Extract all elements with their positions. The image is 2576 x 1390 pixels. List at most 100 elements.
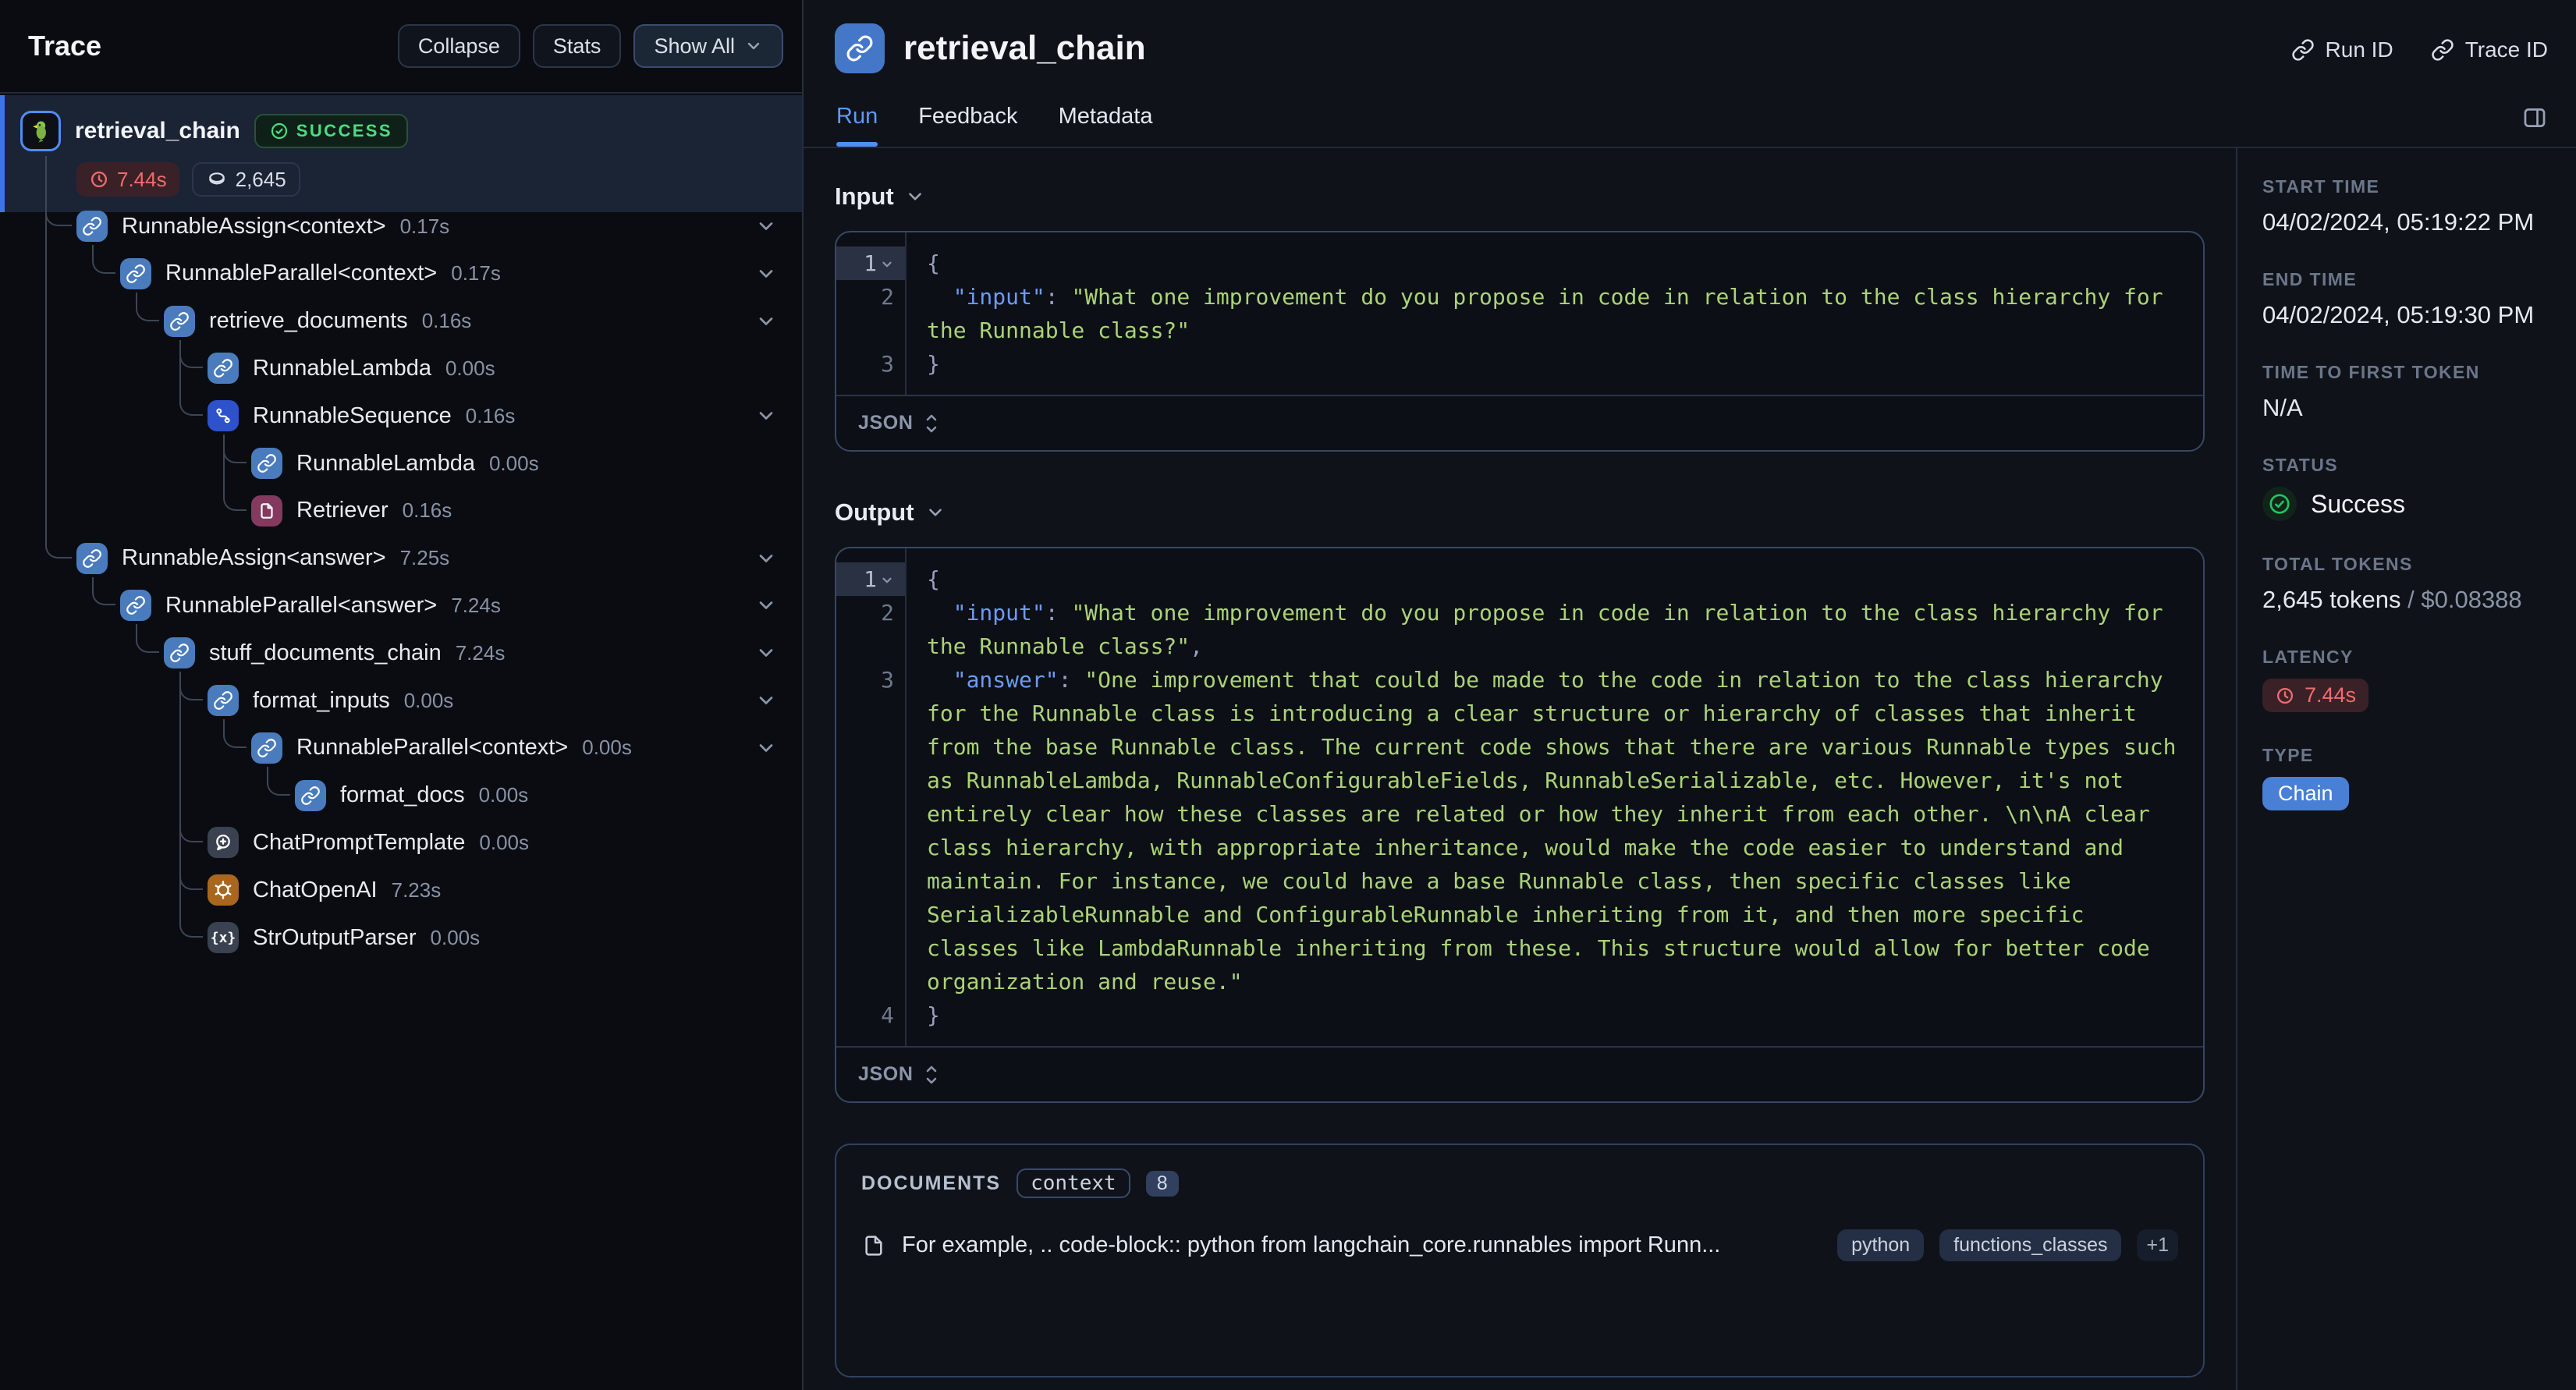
more-tags-badge[interactable]: +1 (2137, 1229, 2178, 1261)
sidebar-toggle-icon[interactable] (2521, 105, 2548, 131)
parser-icon: {x} (208, 922, 239, 953)
trace-tree-node[interactable]: RunnableParallel<answer> 7.24s (120, 582, 501, 629)
trace-tree-node[interactable]: ChatOpenAI 7.23s (208, 867, 441, 913)
detail-value: N/A (2262, 394, 2303, 421)
run-detail-panel: retrieval_chain Run Feedback Metadata In… (804, 0, 2236, 1390)
tab-feedback[interactable]: Feedback (918, 104, 1017, 147)
trace-tree-node[interactable]: RunnableSequence 0.16s (208, 392, 515, 439)
trace-tree-node[interactable]: RunnableParallel<context> 0.00s (251, 725, 632, 771)
trace-tree-node[interactable]: RunnableLambda 0.00s (251, 440, 539, 487)
output-section-header[interactable]: Output (835, 498, 2205, 527)
collapse-button[interactable]: Collapse (397, 24, 520, 68)
document-item[interactable]: For example, .. code-block:: python from… (861, 1229, 2178, 1261)
line-number: 1 (836, 562, 905, 596)
trace-panel: Trace Collapse Stats Show All retrieval_… (0, 0, 804, 1390)
node-duration: 0.17s (399, 214, 450, 238)
trace-id-button[interactable]: Trace ID (2431, 37, 2548, 62)
trace-tree-node[interactable]: format_inputs 0.00s (208, 677, 453, 724)
line-number: 4 (881, 1002, 894, 1028)
tokens-pill: 2,645 (191, 162, 300, 197)
detail-time-to-first-token: TIME TO FIRST TOKEN N/A (2262, 362, 2551, 422)
documents-panel: DOCUMENTS context 8 For example, .. code… (835, 1144, 2205, 1378)
node-label: RunnableParallel<answer> (165, 592, 438, 618)
fold-chevron-icon[interactable] (880, 573, 894, 587)
chevron-down-icon[interactable] (755, 690, 777, 711)
details-sidebar: Run ID Trace ID START TIME 04/02/2024, 05… (2236, 0, 2576, 1390)
clock-icon (2275, 686, 2295, 706)
chevron-down-icon[interactable] (755, 594, 777, 616)
link-icon (208, 685, 239, 716)
detail-value: 04/02/2024, 05:19:30 PM (2262, 301, 2535, 328)
node-label: format_docs (340, 782, 465, 808)
node-label: Retriever (296, 498, 389, 523)
node-duration: 7.24s (451, 593, 501, 617)
run-id-button[interactable]: Run ID (2291, 37, 2393, 62)
root-run-name: retrieval_chain (75, 118, 240, 144)
chevron-down-icon[interactable] (755, 310, 777, 332)
tree-connector (179, 672, 203, 843)
detail-label: TYPE (2262, 745, 2314, 765)
tab-metadata[interactable]: Metadata (1059, 104, 1153, 147)
line-number: 2 (881, 284, 894, 310)
line-number: 1 (836, 246, 905, 280)
trace-tree-node[interactable]: retrieve_documents 0.16s (164, 298, 471, 345)
chevron-down-icon[interactable] (755, 263, 777, 285)
node-duration: 0.00s (488, 451, 539, 475)
show-all-dropdown[interactable]: Show All (633, 24, 783, 68)
chevron-down-icon (905, 186, 925, 207)
link-icon (164, 305, 195, 337)
trace-tree-node[interactable]: ChatPromptTemplate 0.00s (208, 819, 529, 866)
chevron-down-icon[interactable] (755, 215, 777, 237)
trace-tree-node[interactable]: stuff_documents_chain 7.24s (164, 629, 505, 676)
chevron-down-icon[interactable] (755, 737, 777, 759)
chevron-down-icon[interactable] (755, 642, 777, 664)
input-section-header[interactable]: Input (835, 183, 2205, 211)
trace-tree-node[interactable]: RunnableParallel<context> 0.17s (120, 250, 501, 297)
node-duration: 0.16s (465, 403, 516, 427)
chevron-down-icon[interactable] (755, 405, 777, 427)
chevron-down-icon[interactable] (755, 548, 777, 569)
documents-title: DOCUMENTS (861, 1172, 1002, 1194)
link-icon (120, 257, 151, 289)
sort-arrows-icon (922, 413, 941, 434)
trace-tree-node[interactable]: RunnableAssign<answer> 7.25s (76, 535, 449, 582)
detail-total-tokens: TOTAL TOKENS 2,645 tokens / $0.08388 (2262, 554, 2551, 614)
trace-tree-node[interactable]: {x} StrOutputParser 0.00s (208, 914, 480, 961)
code-line: 4} (836, 998, 2203, 1032)
document-icon (861, 1233, 886, 1258)
document-tag: python (1837, 1229, 1925, 1261)
detail-type: TYPE Chain (2262, 745, 2551, 810)
status-text: Success (2311, 489, 2405, 518)
node-duration: 0.00s (479, 830, 530, 854)
fold-chevron-icon[interactable] (880, 257, 894, 271)
trace-tree-node[interactable]: format_docs 0.00s (295, 772, 528, 819)
node-duration: 0.00s (403, 688, 454, 712)
node-label: RunnableLambda (253, 355, 431, 381)
node-label: ChatOpenAI (253, 877, 378, 902)
input-format-select[interactable]: JSON (836, 395, 2203, 450)
trace-tree-node[interactable]: Retriever 0.16s (251, 488, 452, 534)
latency-pill: 7.44s (76, 162, 179, 197)
node-duration: 0.00s (445, 356, 495, 380)
stats-button[interactable]: Stats (532, 24, 622, 68)
link-icon (251, 732, 282, 764)
trace-tree-node[interactable]: RunnableAssign<context> 0.17s (76, 203, 449, 250)
run-content: Input 1{2 "input": "What one improvement… (804, 148, 2236, 1390)
link-icon (76, 542, 108, 574)
input-code-block: 1{2 "input": "What one improvement do yo… (835, 231, 2205, 452)
node-duration: 0.00s (582, 736, 632, 760)
chain-link-icon (835, 23, 885, 73)
node-label: RunnableSequence (253, 402, 452, 428)
output-format-select[interactable]: JSON (836, 1046, 2203, 1101)
tab-run[interactable]: Run (836, 104, 878, 147)
documents-key-badge: context (1017, 1168, 1130, 1198)
node-label: RunnableParallel<context> (165, 261, 438, 286)
detail-status: STATUS Success (2262, 455, 2551, 521)
node-label: format_inputs (253, 687, 390, 713)
trace-root-row[interactable]: retrieval_chain SUCCESS 7.44s 2,645 (0, 95, 802, 212)
node-duration: 7.24s (455, 640, 506, 665)
run-details: START TIME 04/02/2024, 05:19:22 PM END TIM… (2236, 148, 2576, 1390)
langsmith-trace-view: Trace Collapse Stats Show All retrieval_… (0, 0, 2576, 1390)
detail-label: LATENCY (2262, 647, 2354, 667)
trace-tree-node[interactable]: RunnableLambda 0.00s (208, 345, 495, 392)
